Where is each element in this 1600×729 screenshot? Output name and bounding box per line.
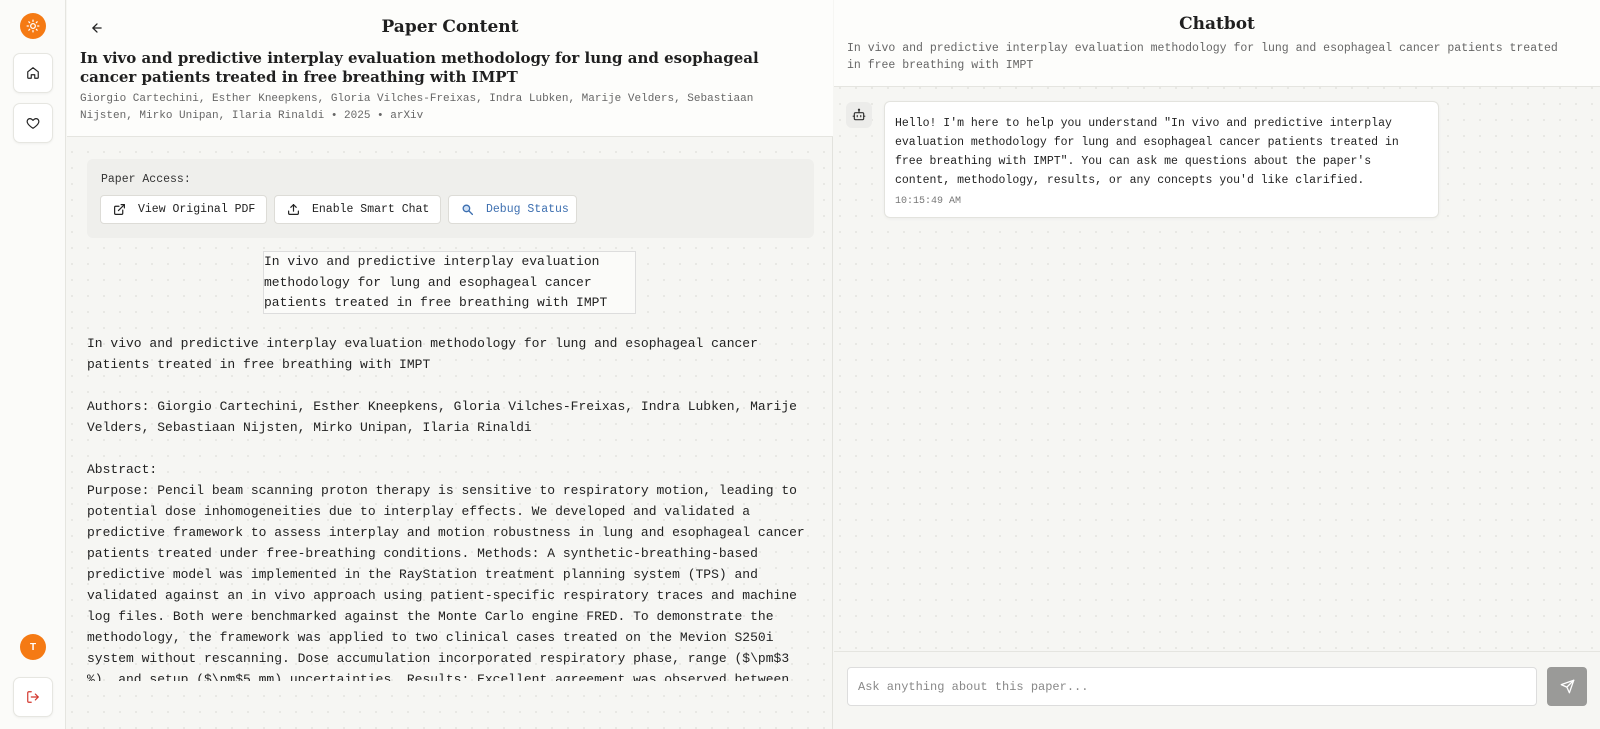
paper-header: Paper Content In vivo and predictive int… [67,0,833,137]
view-pdf-button[interactable]: View Original PDF [100,195,267,224]
paper-image-broken: In vivo and predictive interplay evaluat… [263,251,636,314]
chat-input[interactable] [847,667,1537,706]
magnifier-icon [462,204,474,216]
chat-header: Chatbot In vivo and predictive interplay… [834,0,1600,87]
favorites-button[interactable] [13,103,53,143]
logout-icon [27,691,39,703]
enable-smart-chat-label: Enable Smart Chat [312,203,430,216]
paper-access-box: Paper Access: View Original PDF Enable S… [87,159,814,238]
paper-meta: Giorgio Cartechini, Esther Kneepkens, Gl… [80,93,754,122]
chat-footer [834,651,1600,729]
logout-button[interactable] [13,677,53,717]
chat-panel: Chatbot In vivo and predictive interplay… [834,0,1600,729]
view-pdf-label: View Original PDF [138,203,256,216]
left-rail: T [0,0,66,729]
chat-title: Chatbot [1179,14,1255,34]
upload-icon [288,204,299,215]
robot-icon [852,108,866,121]
paper-access-label: Paper Access: [101,173,191,186]
paper-content: In vivo and predictive interplay evaluat… [87,333,807,681]
enable-smart-chat-button[interactable]: Enable Smart Chat [274,195,441,224]
abstract-text: Purpose: Pencil beam scanning proton the… [87,483,805,681]
content-title: In vivo and predictive interplay evaluat… [87,336,758,372]
chat-subtitle: In vivo and predictive interplay evaluat… [847,42,1558,72]
home-button[interactable] [13,53,53,93]
paper-panel: Paper Content In vivo and predictive int… [67,0,833,729]
heart-icon [26,118,40,129]
send-button[interactable] [1547,667,1587,706]
sun-icon[interactable] [20,13,46,39]
content-authors: Authors: Giorgio Cartechini, Esther Knee… [87,399,797,435]
panel-title: Paper Content [381,17,519,37]
external-link-icon [114,204,125,215]
debug-status-label: Debug Status [486,203,569,216]
abstract-label: Abstract: [87,462,158,477]
home-icon [27,67,39,79]
user-avatar[interactable]: T [20,634,46,660]
chat-message-bubble: Hello! I'm here to help you understand "… [884,101,1439,218]
chat-message-text: Hello! I'm here to help you understand "… [895,117,1399,187]
debug-status-button[interactable]: Debug Status [448,195,577,224]
bot-avatar [846,102,872,128]
send-icon [1560,679,1574,694]
chat-message-time: 10:15:49 AM [895,196,962,207]
paper-title: In vivo and predictive interplay evaluat… [80,49,759,86]
